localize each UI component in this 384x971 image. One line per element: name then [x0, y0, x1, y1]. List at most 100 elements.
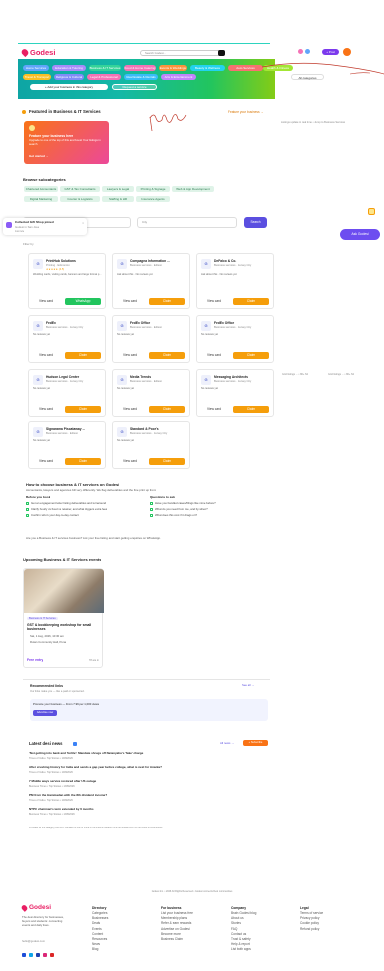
- business-name[interactable]: Hudson Legal Center: [46, 375, 104, 379]
- view-card-button[interactable]: View card: [201, 298, 227, 305]
- subcategory-chip[interactable]: Chartered Accountants: [24, 186, 58, 192]
- footer-logo[interactable]: Godesi: [20, 903, 52, 912]
- annotation-strokes: [149, 62, 384, 132]
- news-headline[interactable]: PM from the Hammadan with the 8th divide…: [29, 794, 265, 798]
- news-headline[interactable]: 'Not getting into bank and 'fertile': Ma…: [29, 752, 265, 756]
- twitter-icon[interactable]: [29, 953, 33, 957]
- claim-button[interactable]: Claim: [149, 458, 185, 465]
- listing-card[interactable]: G Hudson Legal Center Business services · …: [28, 369, 106, 417]
- business-name[interactable]: DeFalco & Co.: [214, 259, 272, 263]
- view-card-button[interactable]: View card: [33, 458, 59, 465]
- facebook-icon[interactable]: [22, 953, 26, 957]
- subcategory-chip[interactable]: Lawyers & Legal: [102, 186, 134, 192]
- claim-button[interactable]: Claim: [149, 298, 185, 305]
- business-description: Wedding cards, visiting cards, banners a…: [33, 273, 102, 276]
- news-headline[interactable]: NTPC chairman's term extended by 6 month…: [29, 808, 265, 812]
- business-name[interactable]: Compagna Information ...: [130, 259, 188, 263]
- copyright: Godesi Inc. • 2026 All Rights Reserved •…: [151, 890, 233, 893]
- listing-card[interactable]: G Standard & Poor's Business services · Je…: [112, 421, 190, 469]
- footer-logo-pin-icon: [20, 903, 29, 912]
- view-card-button[interactable]: View card: [117, 406, 143, 413]
- business-name[interactable]: Messaging Architects: [214, 375, 272, 379]
- business-description: No reviews yet: [33, 439, 51, 442]
- listing-card[interactable]: G Media Trends Business services · Edison N…: [112, 369, 190, 417]
- news-headline[interactable]: 7 Middle ways service restored after US …: [29, 780, 265, 784]
- subcategory-chip[interactable]: Staffing & HR: [102, 196, 134, 202]
- claim-button[interactable]: Claim: [65, 458, 101, 465]
- join-toast[interactable]: Collected Gift Shop joined Godesi in San…: [3, 218, 87, 235]
- featured-title: Featured in Business & IT Services: [29, 109, 101, 114]
- listing-card[interactable]: G FedEx Office Business services · Edison N…: [112, 315, 190, 363]
- footer-column: Directory Categories Businesses Deals Events…: [92, 905, 156, 953]
- view-card-button[interactable]: View card: [201, 352, 227, 359]
- recommended-see-all-link[interactable]: See all →: [242, 684, 254, 687]
- event-date: Sat, 1 Aug, 2026, 10:30 am: [30, 635, 64, 638]
- promo-text: Promote your business — From 7.99 per 1,…: [33, 703, 100, 706]
- listing-card[interactable]: G Signarama Piscataway ... Business servic…: [28, 421, 106, 469]
- claim-button[interactable]: Claim: [149, 406, 185, 413]
- news-all-link[interactable]: All news →: [220, 742, 234, 745]
- news-subscribe-button[interactable]: + Subscribe: [243, 740, 268, 746]
- claim-button[interactable]: Claim: [233, 298, 269, 305]
- view-card-button[interactable]: View card: [33, 406, 59, 413]
- events-title: Upcoming Business & IT Services events: [23, 557, 102, 562]
- instagram-icon[interactable]: [43, 953, 47, 957]
- ask-godesi-button[interactable]: Ask Godesi: [340, 229, 380, 240]
- view-card-button[interactable]: View card: [117, 458, 143, 465]
- subcategory-chip[interactable]: Digital Marketing: [24, 196, 58, 202]
- claim-button[interactable]: Claim: [233, 406, 269, 413]
- listing-card[interactable]: G FedEx Office Business services · Jersey …: [196, 315, 274, 363]
- business-name[interactable]: Standard & Poor's: [130, 427, 188, 431]
- business-name[interactable]: FedEx Office: [214, 321, 272, 325]
- feature-card[interactable]: Feature your business here Upgrade to on…: [24, 121, 109, 164]
- business-category: Business services · Edison: [130, 264, 163, 267]
- claim-button[interactable]: Claim: [233, 352, 269, 359]
- footer-logo-text: Godesi: [29, 904, 52, 911]
- check-icon: [26, 508, 29, 512]
- subcategory-chip[interactable]: Web & App Development: [172, 186, 214, 192]
- subcategories-title: Browse subcategories: [23, 177, 66, 182]
- guide-tip: Clarify hourly vs fixed vs retainer, and…: [31, 508, 108, 511]
- business-name[interactable]: Media Trends: [130, 375, 188, 379]
- footer-link[interactable]: Business Claim: [161, 937, 225, 942]
- claim-button[interactable]: Claim: [65, 352, 101, 359]
- business-name[interactable]: FedEx: [46, 321, 104, 325]
- city-input[interactable]: City: [137, 217, 237, 228]
- footer-link[interactable]: Refund policy: [300, 927, 364, 932]
- feature-your-business-link[interactable]: Feature your business →: [228, 110, 264, 114]
- subcategory-chip[interactable]: GST & Tax Consultants: [60, 186, 100, 192]
- footer-link[interactable]: List both apps: [231, 947, 295, 952]
- view-card-button[interactable]: View card: [201, 406, 227, 413]
- event-card[interactable]: Business & IT Services GST & bookkeeping…: [23, 568, 104, 668]
- business-name[interactable]: FedEx Office: [130, 321, 188, 325]
- view-card-button[interactable]: View card: [33, 298, 59, 305]
- listing-card[interactable]: G FedEx Business services · Jersey City No …: [28, 315, 106, 363]
- subcategory-chip[interactable]: Insurance Agents: [136, 196, 170, 202]
- linkedin-icon[interactable]: [36, 953, 40, 957]
- listing-card[interactable]: G Compagna Information ... Business servic…: [112, 253, 190, 309]
- listing-card[interactable]: G Messaging Architects Business services ·…: [196, 369, 274, 417]
- footer-link[interactable]: Blog: [92, 947, 156, 952]
- subcategory-chip[interactable]: Printing & Signage: [136, 186, 170, 192]
- view-card-button[interactable]: View card: [33, 352, 59, 359]
- toast-close-icon[interactable]: ×: [82, 221, 84, 225]
- side-badge-icon[interactable]: [368, 208, 375, 215]
- listing-card[interactable]: G DeFalco & Co. Business services · Jersey…: [196, 253, 274, 309]
- youtube-icon[interactable]: [50, 953, 54, 957]
- business-name[interactable]: PrintHub Solutions: [46, 259, 104, 263]
- listing-card[interactable]: G PrintHub Solutions Printing · Edmonton ★★…: [28, 253, 106, 309]
- listing-search-button[interactable]: Search: [244, 217, 267, 228]
- claim-button[interactable]: Claim: [149, 352, 185, 359]
- view-card-button[interactable]: View card: [117, 352, 143, 359]
- business-name[interactable]: Signarama Piscataway ...: [46, 427, 104, 431]
- footer-email[interactable]: hello@godesi.com: [22, 940, 45, 943]
- view-card-button[interactable]: View card: [117, 298, 143, 305]
- subcategory-chip[interactable]: Courier & Logistics: [60, 196, 100, 202]
- whatsapp-button[interactable]: WhatsApp: [65, 298, 101, 305]
- guide-title: How to choose business & IT services on …: [26, 482, 120, 487]
- feature-card-button[interactable]: Get started →: [29, 155, 49, 159]
- guide-tip: Confirm who's your day-to-day contact: [31, 514, 79, 517]
- news-headline[interactable]: After crushing history for India and sen…: [29, 766, 265, 770]
- promo-button[interactable]: Advertise now: [33, 710, 57, 716]
- claim-button[interactable]: Claim: [65, 406, 101, 413]
